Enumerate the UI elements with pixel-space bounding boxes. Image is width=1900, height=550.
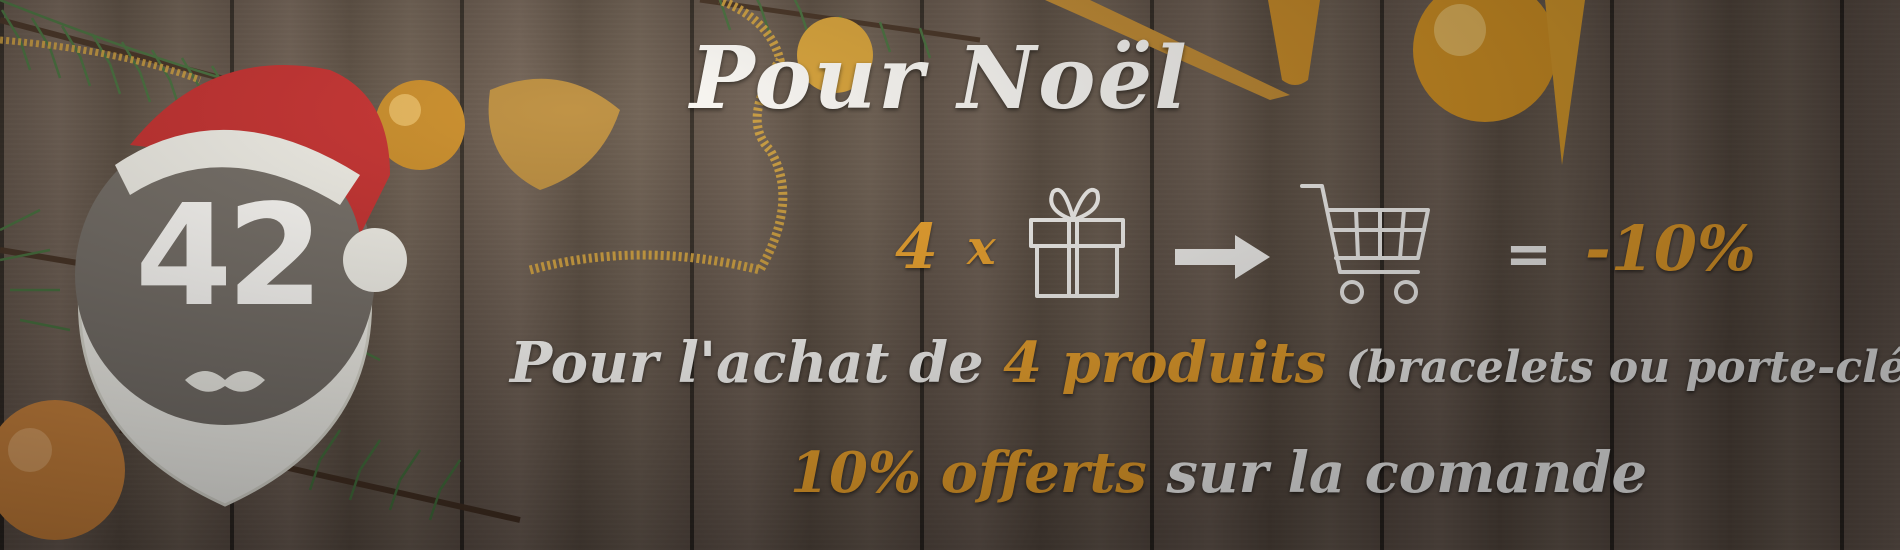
promo-banner: 42 Pour Noël 4 x = -10% Pour l'achat de … xyxy=(0,0,1900,550)
headline: Pour Noël xyxy=(690,28,1189,129)
promo-times: x xyxy=(967,220,996,276)
promo-line-1: Pour l'achat de 4 produits (bracelets ou… xyxy=(510,330,1900,396)
line1-suffix: (bracelets ou porte-clés), xyxy=(1345,342,1900,393)
line2-highlight: 10% offerts xyxy=(790,440,1147,506)
arrow-right-icon xyxy=(1175,235,1270,279)
promo-discount: -10% xyxy=(1585,212,1756,285)
line2-suffix: sur la comande xyxy=(1166,440,1648,506)
promo-quantity: 4 xyxy=(895,210,939,283)
promo-equation: 4 x = -10% xyxy=(895,180,1795,304)
logo-number: 42 xyxy=(135,175,324,338)
line1-highlight: 4 produits xyxy=(1003,330,1327,396)
promo-line-2: 10% offerts sur la comande xyxy=(790,440,1790,506)
promo-equals: = xyxy=(1505,222,1552,287)
shopping-cart-icon xyxy=(1300,184,1430,304)
line1-prefix: Pour l'achat de xyxy=(510,330,984,396)
gift-icon xyxy=(1029,187,1125,298)
